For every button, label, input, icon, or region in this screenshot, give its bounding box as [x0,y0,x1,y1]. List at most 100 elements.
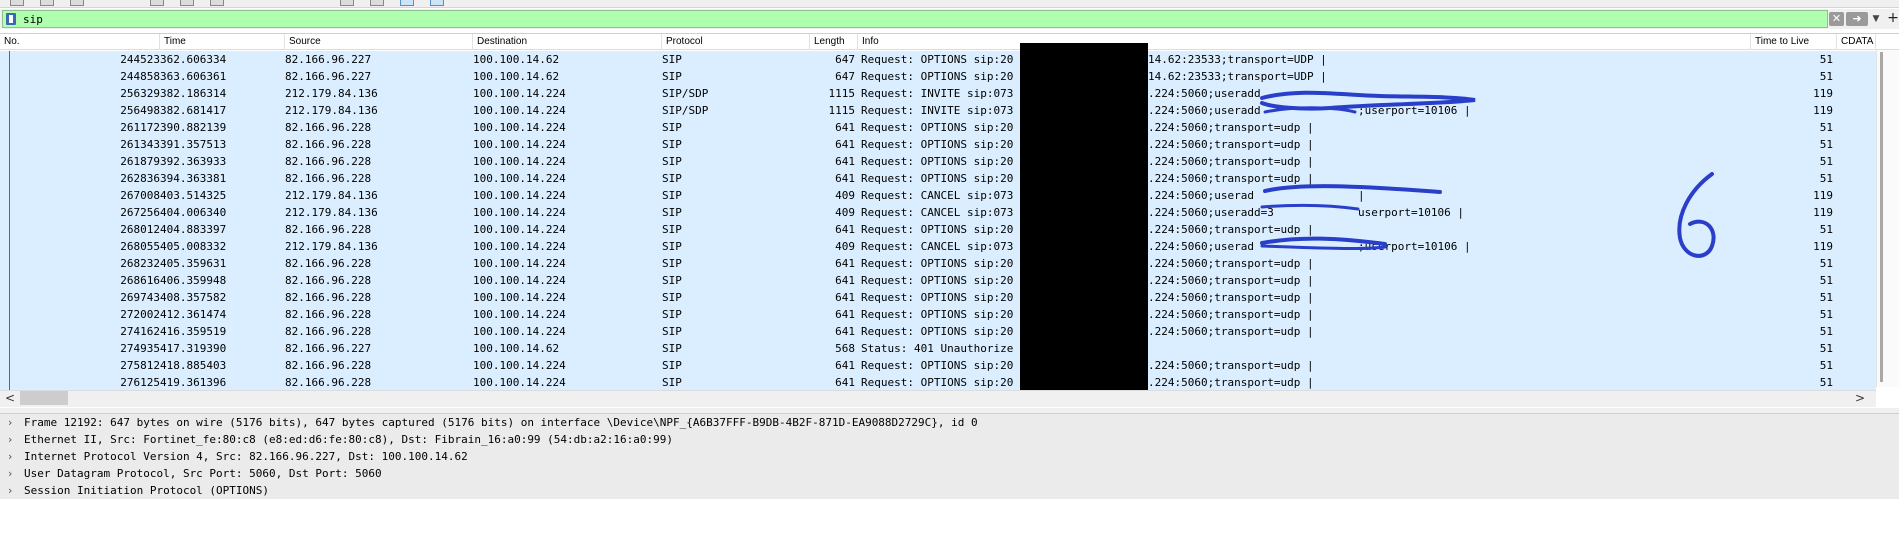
column-header-source[interactable]: Source [285,34,473,50]
packet-cell-info-left: Request: CANCEL sip:073 [861,240,1014,253]
go-back-icon[interactable] [180,0,194,6]
detail-tree-item[interactable]: › Frame 12192: 647 bytes on wire (5176 bi… [0,414,1899,431]
bookmark-icon[interactable] [6,13,16,25]
auto-scroll-icon[interactable] [400,0,414,6]
colorize-icon[interactable] [430,0,444,6]
packet-row[interactable]: 274162 416.359519 82.166.96.228 100.100.14.… [0,323,1876,340]
packet-cell-proto: SIP [662,206,682,219]
packet-cell-time: 404.883397 [160,223,227,236]
packet-row[interactable]: 268012 404.883397 82.166.96.228 100.100.14.… [0,221,1876,238]
packet-rows: 244523 362.606334 82.166.96.227 100.100.14.… [0,51,1899,421]
packet-row[interactable]: 269743 408.357582 82.166.96.228 100.100.14.… [0,289,1876,306]
packet-cell-dst: 100.100.14.224 [473,172,566,185]
packet-row[interactable]: 272002 412.361474 82.166.96.228 100.100.14.… [0,306,1876,323]
chevron-right-icon[interactable]: › [8,482,18,499]
packet-cell-time: 382.681417 [160,104,227,117]
packet-row[interactable]: 256498 382.681417 212.179.84.136 100.100.14… [0,102,1876,119]
clear-filter-button[interactable]: ✕ [1829,12,1844,26]
packet-cell-len: 409 [835,240,855,253]
packet-row[interactable]: 275812 418.885403 82.166.96.228 100.100.14.… [0,357,1876,374]
packet-cell-proto: SIP/SDP [662,87,709,100]
chevron-right-icon[interactable]: › [8,414,18,431]
main-toolbar [0,0,1899,8]
horizontal-scrollbar[interactable] [0,390,1876,407]
packet-cell-ttl: 51 [1819,121,1833,134]
packet-cell-len: 641 [835,257,855,270]
chevron-right-icon[interactable]: › [8,431,18,448]
go-to-packet-icon[interactable] [340,0,354,6]
filter-history-dropdown[interactable]: ▼ [1869,11,1883,27]
packet-cell-ttl: 51 [1819,138,1833,151]
related-packet-line [9,221,10,238]
column-header-info[interactable]: Info [858,34,1751,50]
column-header-length[interactable]: Length [810,34,858,50]
packet-row[interactable]: 268232 405.359631 82.166.96.228 100.100.14.… [0,255,1876,272]
packet-cell-dst: 100.100.14.224 [473,376,566,389]
packet-cell-src: 82.166.96.227 [285,53,372,66]
horizontal-scrollbar-thumb[interactable] [20,391,68,405]
first-packet-icon[interactable] [370,0,384,6]
column-header-cdata[interactable]: CDATA [1837,34,1876,50]
chevron-right-icon[interactable]: > [1852,390,1868,407]
packet-cell-time: 394.363381 [160,172,227,185]
vertical-scrollbar-thumb[interactable] [1880,52,1883,382]
packet-cell-proto: SIP/SDP [662,104,709,117]
detail-tree-item[interactable]: › Internet Protocol Version 4, Src: 82.16… [0,448,1899,465]
packet-row[interactable]: 262836 394.363381 82.166.96.228 100.100.14.… [0,170,1876,187]
packet-row[interactable]: 261343 391.357513 82.166.96.228 100.100.14.… [0,136,1876,153]
packet-row[interactable]: 274935 417.319390 82.166.96.227 100.100.14.… [0,340,1876,357]
packet-row[interactable]: 267008 403.514325 212.179.84.136 100.100.14… [0,187,1876,204]
packet-cell-proto: SIP [662,172,682,185]
packet-cell-time: 403.514325 [160,189,227,202]
chevron-right-icon[interactable]: › [8,448,18,465]
packet-row[interactable]: 256329 382.186314 212.179.84.136 100.100.14… [0,85,1876,102]
packet-row[interactable]: 244858 363.606361 82.166.96.227 100.100.14.… [0,68,1876,85]
packet-cell-info-right: .224:5060;transport=udp | [1148,257,1314,270]
related-packet-line [9,340,10,357]
packet-cell-ttl: 119 [1813,240,1833,253]
packet-row[interactable]: 244523 362.606334 82.166.96.227 100.100.14.… [0,51,1876,68]
packet-row[interactable]: 276125 419.361396 82.166.96.228 100.100.14.… [0,374,1876,391]
column-header-ttl[interactable]: Time to Live [1751,34,1837,50]
packet-cell-len: 641 [835,155,855,168]
packet-row[interactable]: 261879 392.363933 82.166.96.228 100.100.14.… [0,153,1876,170]
packet-cell-ttl: 51 [1819,257,1833,270]
packet-cell-time: 416.359519 [160,325,227,338]
packet-cell-time: 362.606334 [160,53,227,66]
packet-row[interactable]: 261172 390.882139 82.166.96.228 100.100.14.… [0,119,1876,136]
column-header-no[interactable]: No. [0,34,160,50]
related-packet-line [9,238,10,255]
save-file-icon[interactable] [40,0,54,6]
packet-cell-no: 262836 [120,172,160,185]
packet-cell-ttl: 51 [1819,376,1833,389]
packet-cell-info-tail: | [1358,189,1365,202]
find-packet-icon[interactable] [150,0,164,6]
packet-cell-ttl: 119 [1813,206,1833,219]
packet-row[interactable]: 267256 404.006340 212.179.84.136 100.100.14… [0,204,1876,221]
detail-tree-item[interactable]: › Session Initiation Protocol (OPTIONS) [0,482,1899,499]
packet-cell-no: 268232 [120,257,160,270]
packet-row[interactable]: 268055 405.008332 212.179.84.136 100.100.14… [0,238,1876,255]
packet-cell-src: 82.166.96.228 [285,138,372,151]
chevron-right-icon[interactable]: › [8,465,18,482]
display-filter-input[interactable] [23,11,1823,27]
related-packet-line [9,289,10,306]
apply-filter-button[interactable]: ➜ [1846,12,1868,26]
column-header-time[interactable]: Time [160,34,285,50]
close-file-icon[interactable] [70,0,84,6]
go-forward-icon[interactable] [210,0,224,6]
column-header-destination[interactable]: Destination [473,34,662,50]
packet-cell-proto: SIP [662,257,682,270]
column-header-protocol[interactable]: Protocol [662,34,810,50]
packet-cell-info-left: Status: 401 Unauthorize [861,342,1014,355]
chevron-left-icon[interactable]: < [2,390,18,407]
related-packet-line [9,68,10,85]
packet-cell-info-right: .224:5060;useradd [1148,87,1261,100]
packet-cell-dst: 100.100.14.224 [473,87,566,100]
packet-cell-len: 641 [835,121,855,134]
detail-tree-item[interactable]: › User Datagram Protocol, Src Port: 5060,… [0,465,1899,482]
packet-row[interactable]: 268616 406.359948 82.166.96.228 100.100.14.… [0,272,1876,289]
add-filter-button[interactable]: + [1887,10,1899,26]
detail-tree-item[interactable]: › Ethernet II, Src: Fortinet_fe:80:c8 (e8… [0,431,1899,448]
open-file-icon[interactable] [10,0,24,6]
